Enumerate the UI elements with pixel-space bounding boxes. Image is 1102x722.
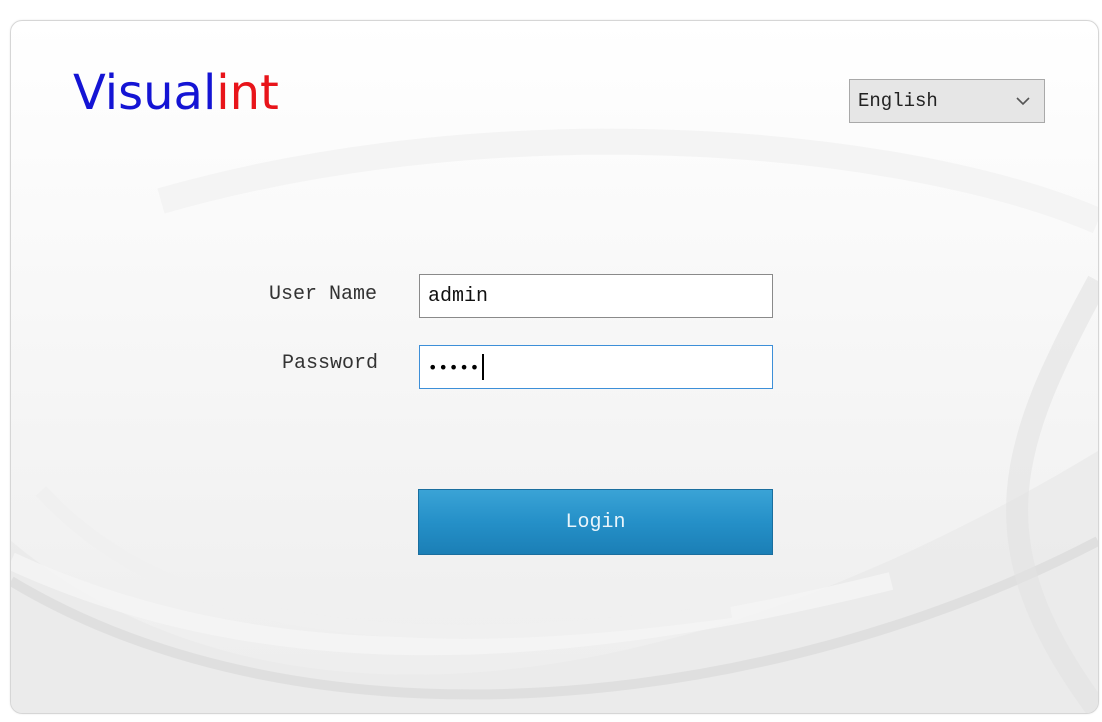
brand-logo: Visualint [73, 69, 279, 117]
password-label: Password [281, 352, 378, 375]
username-input[interactable]: admin [419, 274, 773, 318]
login-page: Visualint English User Name admin Passwo… [0, 0, 1102, 722]
language-select[interactable]: English [849, 79, 1045, 123]
password-mask: ••••• [428, 357, 481, 377]
login-panel: Visualint English User Name admin Passwo… [10, 20, 1099, 714]
password-input[interactable]: ••••• [419, 345, 773, 389]
text-caret [482, 354, 485, 380]
logo-text-primary: Visual [73, 65, 217, 121]
logo-text-accent: int [216, 65, 279, 121]
login-button-label: Login [565, 510, 626, 534]
language-selected: English [858, 90, 938, 112]
username-value: admin [428, 284, 489, 308]
username-label: User Name [268, 283, 377, 306]
chevron-down-icon [1016, 97, 1030, 106]
login-button[interactable]: Login [418, 489, 773, 555]
